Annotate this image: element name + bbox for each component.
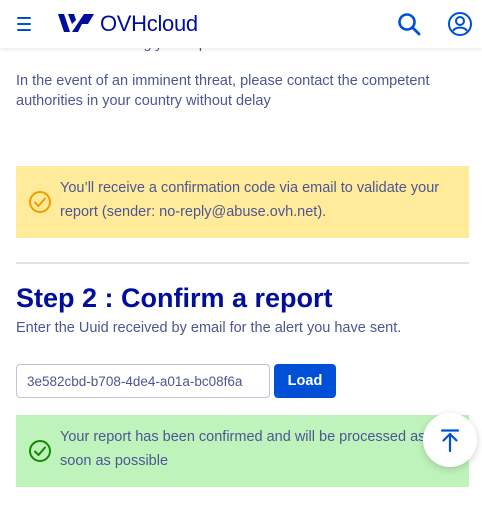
brand-name: OVHcloud: [100, 11, 198, 36]
site-header: OVHcloud: [0, 0, 482, 48]
report-confirmed-alert: Your report has been confirmed and will …: [16, 415, 469, 487]
search-icon[interactable]: [396, 11, 422, 37]
alert-text: Your report has been confirmed and will …: [60, 429, 426, 469]
scroll-to-top-button[interactable]: [423, 413, 477, 467]
threat-notice: In the event of an imminent threat, plea…: [16, 73, 430, 109]
section-divider: [16, 262, 469, 264]
ovhcloud-logo-mark-icon: [58, 14, 94, 32]
confirmation-code-alert: You’ll receive a confirmation code via e…: [16, 166, 469, 238]
page-title: Step 2 : Confirm a report: [16, 283, 333, 313]
ovhcloud-logo[interactable]: OVHcloud: [56, 10, 198, 38]
arrow-up-icon: [440, 429, 460, 452]
load-button[interactable]: Load: [274, 364, 336, 398]
alert-text: You’ll receive a confirmation code via e…: [60, 180, 440, 220]
user-account-icon[interactable]: [447, 11, 473, 37]
step-subtitle: Enter the Uuid received by email for the…: [16, 320, 402, 336]
success-check-circle-icon: [29, 440, 51, 462]
warning-check-circle-icon: [29, 191, 51, 213]
hamburger-menu-icon[interactable]: [14, 14, 34, 34]
uuid-input[interactable]: [16, 364, 270, 398]
